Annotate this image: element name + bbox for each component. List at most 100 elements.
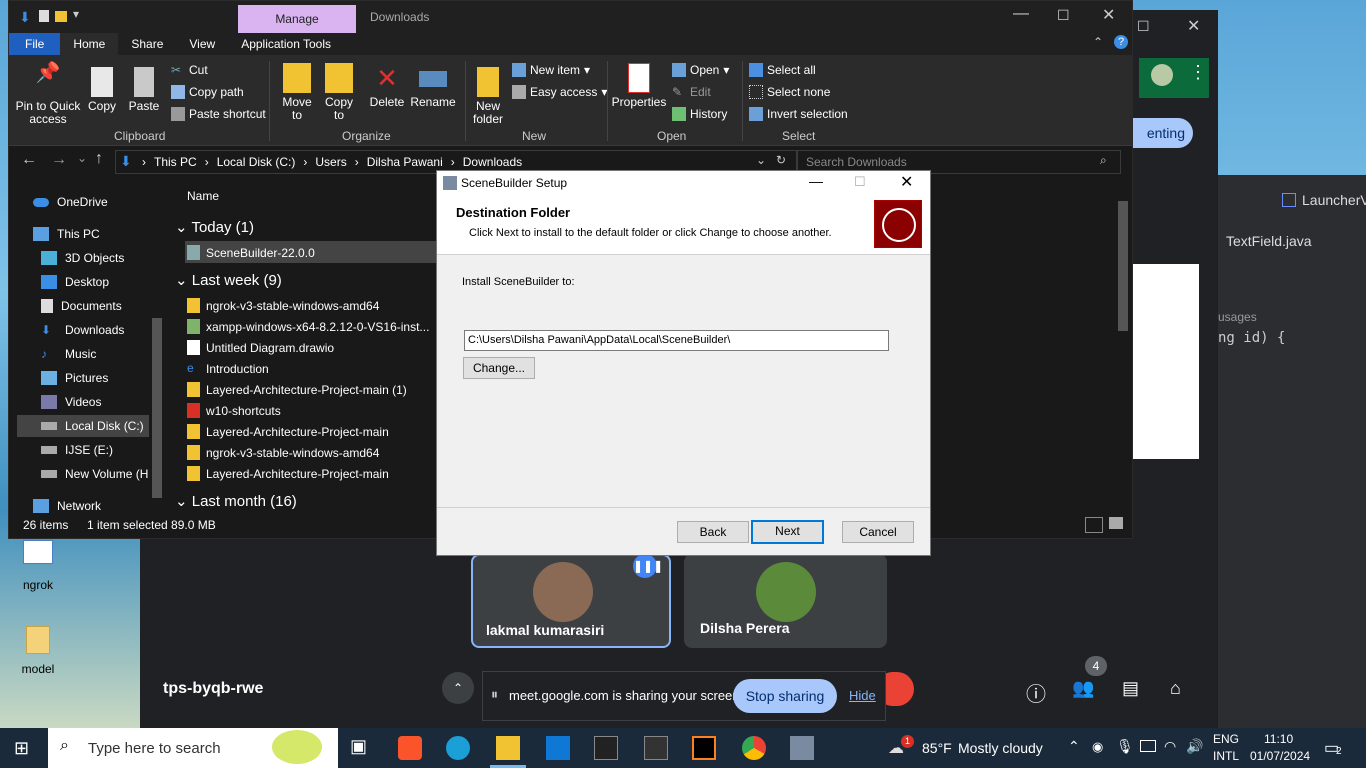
mysql-workbench-icon[interactable] [644,736,668,760]
participant-tile[interactable]: ❚❚❚ lakmal kumarasiri [471,554,671,648]
breadcrumb-item[interactable]: Downloads [463,155,522,169]
chevron-up-icon[interactable]: ⌃ [1068,738,1080,755]
details-view-icon[interactable] [1085,517,1103,533]
column-header-name[interactable]: Name [187,189,219,203]
file-row[interactable]: e Introduction [187,361,269,376]
collapse-ribbon-icon[interactable]: ⌃ [1093,35,1103,49]
nav-item-network[interactable]: Network [33,499,101,513]
nav-item-documents[interactable]: Documents [41,299,122,313]
easy-access-button[interactable]: Easy access ▾ [512,85,607,99]
help-icon[interactable]: ? [1114,35,1128,49]
tab-file[interactable]: File [9,33,61,55]
participant-tile[interactable]: Dilsha Perera [684,554,887,648]
tab-view[interactable]: View [176,33,228,55]
installer-icon[interactable] [790,736,814,760]
drag-handle-icon[interactable]: ⏸ [491,686,498,703]
back-button[interactable]: Back [677,521,749,543]
keyboard-layout-indicator[interactable]: INTL [1213,749,1239,763]
copy-button[interactable]: Copy [85,67,119,113]
chevron-down-icon[interactable]: ⌄ [756,153,766,167]
microphone-icon[interactable]: 🎙 [1116,738,1134,755]
battery-icon[interactable] [1140,740,1156,752]
new-item-button[interactable]: New item ▾ [512,63,590,77]
delete-button[interactable]: ✕ Delete [367,63,407,109]
refresh-icon[interactable]: ↻ [776,153,786,167]
change-button[interactable]: Change... [463,357,535,379]
taskbar-search-input[interactable]: ⌕ Type here to search [48,728,338,768]
nav-item-new-volume[interactable]: New Volume (H: [41,467,152,481]
windows-start-icon[interactable]: ⊞ [14,738,29,759]
chevron-up-icon[interactable]: ⌃ [442,672,474,704]
nav-item-this-pc[interactable]: This PC [33,227,100,241]
stop-sharing-button[interactable]: Stop sharing [733,679,837,713]
copy-path-button[interactable]: Copy path [171,85,244,99]
file-row[interactable]: ngrok-v3-stable-windows-amd64 [187,298,379,313]
select-all-button[interactable]: Select all [749,63,816,77]
nav-item-videos[interactable]: Videos [41,395,101,409]
next-button[interactable]: Next [751,520,824,544]
info-icon[interactable]: ⓘ [1026,678,1046,707]
desktop-icon-ngrok[interactable]: ngrok [18,540,58,592]
chrome-icon[interactable] [742,736,766,760]
people-icon[interactable]: 👥 [1072,678,1094,699]
new-folder-button[interactable]: New folder [469,67,507,126]
rename-button[interactable]: Rename [409,63,457,109]
minimize-icon[interactable]: — [1013,5,1029,23]
clock-date[interactable]: 01/07/2024 [1250,749,1310,763]
file-row[interactable]: SceneBuilder-22.0.0 [187,245,315,260]
properties-icon[interactable] [39,10,49,22]
hide-button[interactable]: Hide [849,688,876,703]
maximize-icon[interactable]: ☐ [1057,7,1070,24]
install-path-field[interactable]: C:\Users\Dilsha Pawani\AppData\Local\Sce… [464,330,889,351]
forward-arrow-icon[interactable]: → [51,151,67,169]
file-row[interactable]: w10-shortcuts [187,403,281,418]
file-explorer-icon[interactable] [496,736,520,760]
mail-icon[interactable] [546,736,570,760]
open-button[interactable]: Open ▾ [672,63,729,77]
cancel-button[interactable]: Cancel [842,521,914,543]
scrollbar-thumb[interactable] [152,318,162,498]
history-button[interactable]: History [672,107,727,121]
recent-locations-icon[interactable]: ⌄ [77,151,87,165]
list-scrollbar[interactable] [1115,185,1131,510]
nav-item-pictures[interactable]: Pictures [41,371,108,385]
cut-button[interactable]: ✂ Cut [171,63,208,77]
nav-item-ijse[interactable]: IJSE (E:) [41,443,113,457]
file-row[interactable]: Layered-Architecture-Project-main (1) [187,382,407,397]
camera-icon[interactable]: ◉ [1092,739,1103,755]
move-to-button[interactable]: Move to [277,63,317,122]
nav-item-music[interactable]: ♪ Music [41,347,96,361]
close-icon[interactable]: ✕ [1102,5,1115,25]
paste-button[interactable]: Paste [127,67,161,113]
back-arrow-icon[interactable]: ← [21,151,37,169]
invert-selection-button[interactable]: Invert selection [749,107,848,121]
terminal-icon[interactable] [594,736,618,760]
group-header-last-week[interactable]: ⌄ Last week (9) [175,271,282,289]
large-icons-view-icon[interactable] [1109,517,1123,529]
quick-access-dropdown-icon[interactable]: ▾ [73,7,79,21]
maximize-icon[interactable]: ☐ [1137,18,1150,35]
clock-time[interactable]: 11:10 [1264,732,1293,746]
presenting-button[interactable]: enting [1131,118,1193,148]
chat-icon[interactable]: ▤ [1122,678,1139,699]
close-icon[interactable]: ✕ [1187,16,1200,36]
file-row[interactable]: xampp-windows-x64-8.2.12-0-VS16-inst... [187,319,429,334]
nav-item-downloads[interactable]: ⬇ Downloads [41,323,124,337]
group-header-last-month[interactable]: ⌄ Last month (16) [175,492,297,510]
more-options-icon[interactable]: ⋮ [1189,62,1207,83]
file-row[interactable]: Layered-Architecture-Project-main [187,424,389,439]
edit-button[interactable]: ✎ Edit [672,85,711,99]
tab-home[interactable]: Home [60,33,119,55]
tab-share[interactable]: Share [118,33,176,55]
minimize-icon[interactable]: — [809,173,823,189]
nav-item-onedrive[interactable]: OneDrive [33,195,108,209]
edge-browser-icon[interactable] [446,736,470,760]
manage-tab[interactable]: Manage [238,5,356,33]
file-row[interactable]: Untitled Diagram.drawio [187,340,334,355]
breadcrumb-item[interactable]: Local Disk (C:) [217,155,296,169]
nav-item-local-disk[interactable]: Local Disk (C:) [41,419,144,433]
scrollbar-thumb[interactable] [1118,201,1128,331]
properties-button[interactable]: Properties [611,63,667,109]
breadcrumb-item[interactable]: Dilsha Pawani [367,155,443,169]
ide-tab-textfield[interactable]: TextField.java [1226,233,1312,249]
